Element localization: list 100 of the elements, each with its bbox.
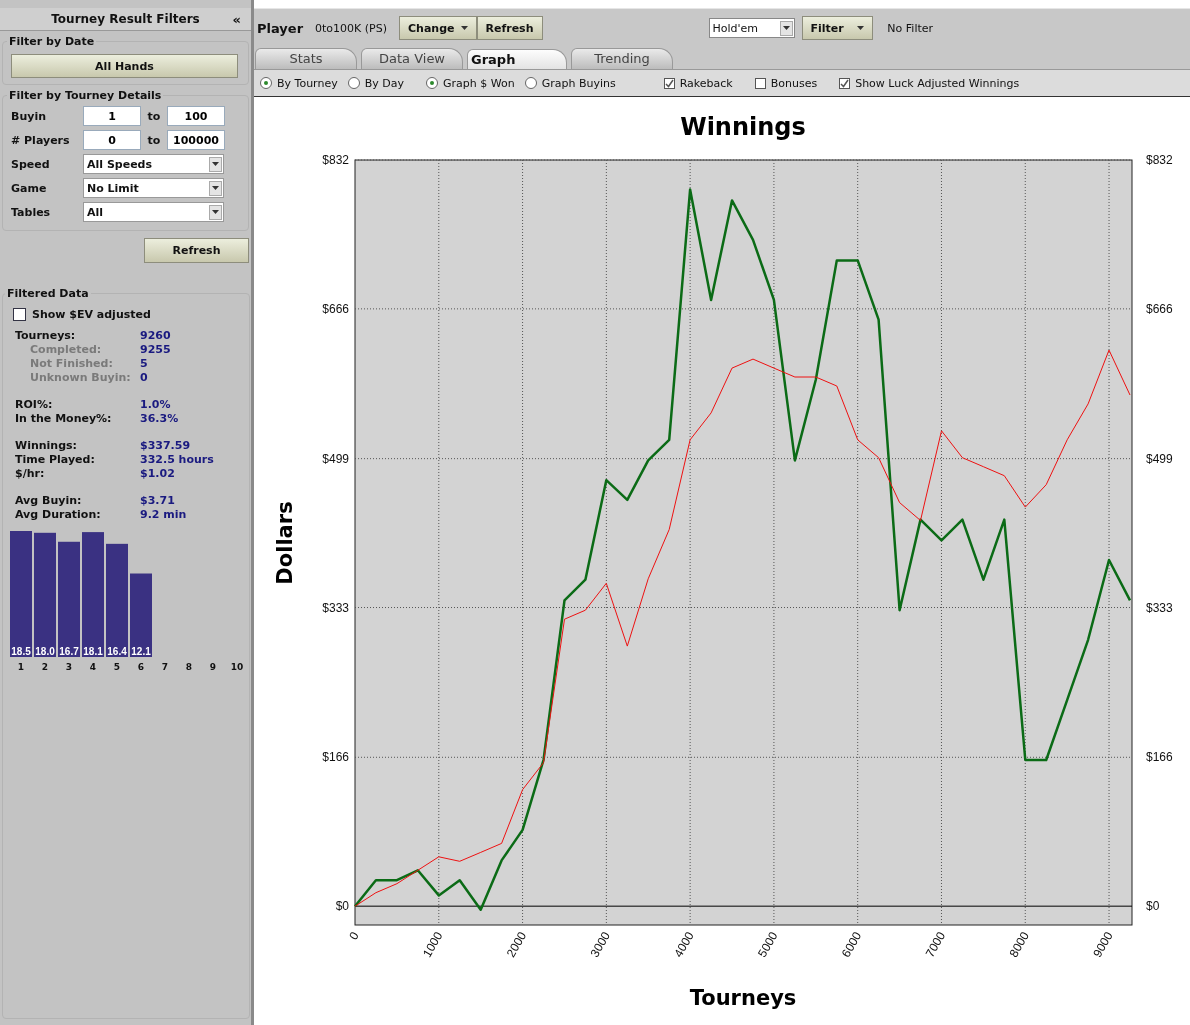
- stat-value: 9.2 min: [140, 508, 187, 522]
- x-tick-label: 0: [346, 929, 362, 943]
- y-tick-label: $666: [322, 301, 349, 316]
- game-dropdown[interactable]: Hold'em: [708, 18, 795, 38]
- stat-value: $1.02: [140, 467, 175, 481]
- y-axis-title: Dollars: [273, 501, 297, 585]
- caret-icon: [209, 180, 222, 196]
- filter-label: Game: [11, 181, 48, 195]
- dropdown[interactable]: All: [83, 202, 224, 222]
- change-button[interactable]: Change: [399, 16, 477, 40]
- stat-value: 0: [140, 371, 148, 385]
- to-label: to: [146, 109, 162, 123]
- from-field[interactable]: 0: [83, 130, 141, 150]
- radio-label: Graph Buyins: [541, 76, 616, 90]
- radio-button[interactable]: [425, 77, 438, 89]
- tab[interactable]: Trending: [571, 48, 673, 69]
- filter-button[interactable]: Filter: [801, 16, 874, 40]
- filter-label: # Players: [11, 133, 71, 147]
- stat-value: 36.3%: [140, 412, 179, 426]
- stat-label: Not Finished:: [29, 357, 114, 371]
- to-field[interactable]: 100: [167, 106, 225, 126]
- to-label: to: [146, 133, 162, 147]
- axis-label: 5: [113, 662, 121, 672]
- checkbox-label: Show $EV adjusted: [32, 308, 151, 321]
- bar-value: 18.5: [11, 646, 31, 657]
- stat-label: Unknown Buyin:: [29, 371, 132, 385]
- y-tick-label: $832: [1146, 153, 1173, 167]
- group-legend: Filter by Tourney Details: [7, 89, 164, 102]
- axis-label: 9: [209, 662, 217, 672]
- bar-value: 18.0: [35, 646, 55, 657]
- group-legend: Filter by Date: [7, 35, 97, 48]
- filter-status: No Filter: [887, 21, 934, 35]
- from-field[interactable]: 1: [83, 106, 141, 126]
- caret-icon: [857, 26, 865, 30]
- y-tick-label: $166: [1146, 750, 1173, 765]
- dropdown[interactable]: All Speeds: [83, 154, 224, 174]
- tab[interactable]: Data View: [361, 48, 463, 69]
- y-tick-label: $333: [322, 600, 349, 615]
- radio-button[interactable]: [347, 77, 360, 89]
- radio-label: Graph $ Won: [442, 76, 515, 90]
- checkbox[interactable]: [839, 77, 851, 89]
- bar-value: 16.4: [107, 646, 127, 657]
- y-tick-label: $499: [322, 451, 349, 466]
- y-tick-label: $499: [1146, 451, 1173, 466]
- stat-label: Avg Buyin:: [14, 494, 83, 508]
- player-label: Player: [257, 20, 304, 36]
- refresh-button[interactable]: Refresh: [476, 16, 543, 40]
- stat-value: $337.59: [140, 439, 191, 453]
- caret-icon: [209, 156, 222, 172]
- radio-label: By Tourney: [277, 76, 338, 90]
- caret-icon: [209, 204, 222, 220]
- stat-label: Completed:: [29, 343, 103, 357]
- player-name: 0to100K (PS): [315, 21, 387, 35]
- axis-label: 10: [230, 662, 244, 672]
- to-field[interactable]: 100000: [167, 130, 225, 150]
- axis-label: 8: [185, 662, 193, 672]
- tab[interactable]: Stats: [255, 48, 357, 69]
- stat-label: Time Played:: [14, 453, 96, 467]
- stat-label: Tourneys:: [14, 329, 77, 343]
- checkbox[interactable]: [13, 308, 26, 321]
- all-hands-button[interactable]: All Hands: [11, 54, 238, 78]
- y-tick-label: $666: [1146, 301, 1173, 316]
- checkbox[interactable]: [663, 77, 675, 89]
- stat-value: 9260: [140, 329, 171, 343]
- stat-label: In the Money%:: [14, 412, 113, 426]
- tab[interactable]: Graph: [467, 49, 567, 69]
- collapse-button[interactable]: «: [232, 11, 241, 27]
- group-legend: Filtered Data: [5, 287, 91, 300]
- bar-value: 18.1: [83, 646, 103, 657]
- stat-label: ROI%:: [14, 398, 54, 412]
- filter-label: Tables: [11, 205, 52, 219]
- y-tick-label: $0: [1146, 899, 1160, 914]
- stat-label: $/hr:: [14, 467, 46, 481]
- stat-value: 9255: [140, 343, 171, 357]
- axis-label: 1: [17, 662, 25, 672]
- axis-label: 2: [41, 662, 49, 672]
- bar-value: 16.7: [59, 646, 79, 657]
- radio-button[interactable]: [524, 77, 537, 89]
- axis-label: 7: [161, 662, 169, 672]
- caret-icon: [460, 26, 468, 30]
- stat-value: 332.5 hours: [140, 453, 214, 467]
- stat-label: Avg Duration:: [14, 508, 102, 522]
- radio-button[interactable]: [260, 77, 272, 89]
- y-tick-label: $166: [322, 750, 349, 765]
- caret-icon: [779, 20, 793, 36]
- stat-value: $3.71: [140, 494, 175, 508]
- chart-title: Winnings: [680, 113, 806, 141]
- checkbox-label: Bonuses: [770, 76, 818, 90]
- checkbox[interactable]: [754, 77, 766, 89]
- radio-label: By Day: [364, 76, 404, 90]
- axis-label: 4: [89, 662, 97, 672]
- stat-label: Winnings:: [14, 439, 78, 453]
- x-axis-title: Tourneys: [689, 986, 797, 1010]
- y-tick-label: $832: [322, 153, 349, 167]
- filter-label: Speed: [11, 157, 51, 171]
- axis-label: 6: [137, 662, 145, 672]
- bar-value: 12.1: [131, 646, 151, 657]
- refresh-button[interactable]: Refresh: [144, 238, 249, 263]
- y-tick-label: $0: [335, 899, 349, 914]
- dropdown[interactable]: No Limit: [83, 178, 224, 198]
